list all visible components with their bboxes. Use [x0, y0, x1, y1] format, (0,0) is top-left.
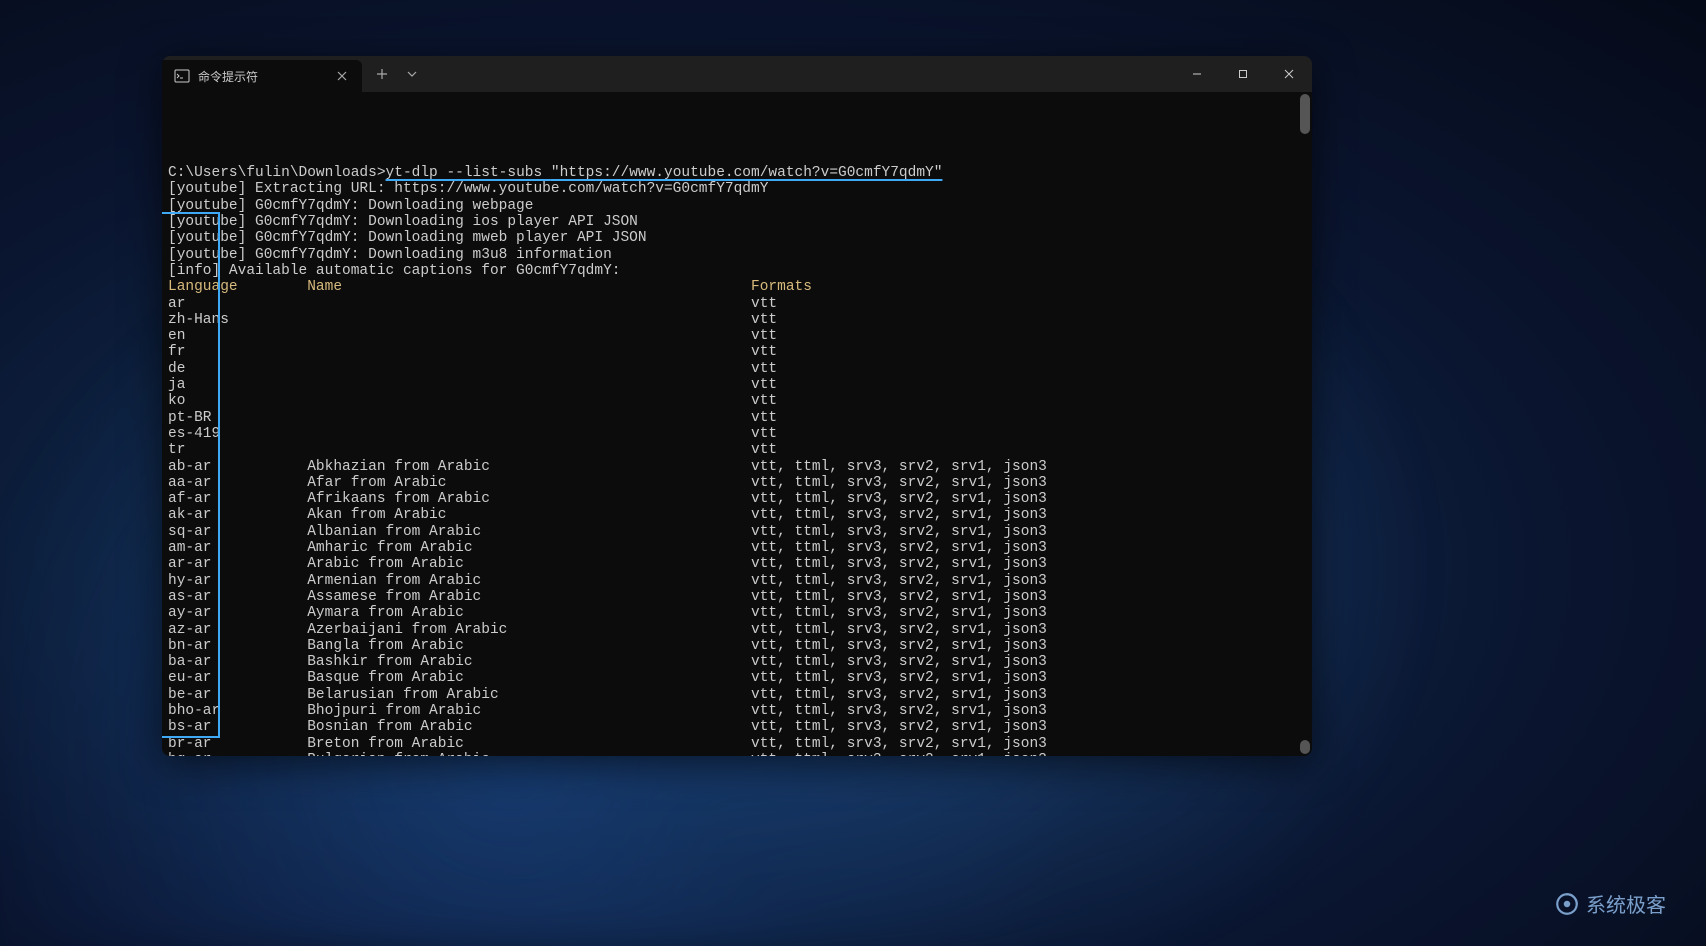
close-button[interactable]: [1266, 56, 1312, 92]
caption-row: af-ar Afrikaans from Arabic vtt, ttml, s…: [168, 491, 1312, 507]
caption-row: ar-ar Arabic from Arabic vtt, ttml, srv3…: [168, 556, 1312, 572]
col-formats: Formats: [751, 279, 812, 295]
caption-row: ak-ar Akan from Arabic vtt, ttml, srv3, …: [168, 507, 1312, 523]
maximize-button[interactable]: [1220, 56, 1266, 92]
tab-actions: [362, 56, 432, 92]
window-controls: [1174, 56, 1312, 92]
caption-row: es-419 vtt: [168, 426, 1312, 442]
caption-row: ba-ar Bashkir from Arabic vtt, ttml, srv…: [168, 654, 1312, 670]
caption-row: de vtt: [168, 361, 1312, 377]
caption-row: ar vtt: [168, 296, 1312, 312]
tab-close-button[interactable]: [334, 68, 350, 84]
caption-row: aa-ar Afar from Arabic vtt, ttml, srv3, …: [168, 475, 1312, 491]
log-line: [youtube] Extracting URL: https://www.yo…: [168, 181, 1312, 197]
caption-row: az-ar Azerbaijani from Arabic vtt, ttml,…: [168, 622, 1312, 638]
log-line: [youtube] G0cmfY7qdmY: Downloading m3u8 …: [168, 247, 1312, 263]
log-line: [youtube] G0cmfY7qdmY: Downloading webpa…: [168, 198, 1312, 214]
prompt: C:\Users\fulin\Downloads>: [168, 165, 386, 181]
command-url: "https://www.youtube.com/watch?v=G0cmfY7…: [551, 165, 943, 181]
watermark: 系统极客: [1554, 889, 1666, 918]
log-line: [youtube] G0cmfY7qdmY: Downloading ios p…: [168, 214, 1312, 230]
caption-row: bs-ar Bosnian from Arabic vtt, ttml, srv…: [168, 719, 1312, 735]
scrollbar-thumb[interactable]: [1300, 94, 1310, 134]
terminal-window: 命令提示符 C:\Users\ful: [162, 56, 1312, 756]
log-line: [youtube] G0cmfY7qdmY: Downloading mweb …: [168, 230, 1312, 246]
caption-row: sq-ar Albanian from Arabic vtt, ttml, sr…: [168, 524, 1312, 540]
prompt-line: C:\Users\fulin\Downloads>yt-dlp --list-s…: [168, 165, 1312, 181]
caption-row: as-ar Assamese from Arabic vtt, ttml, sr…: [168, 589, 1312, 605]
caption-row: bho-ar Bhojpuri from Arabic vtt, ttml, s…: [168, 703, 1312, 719]
caption-row: tr vtt: [168, 442, 1312, 458]
caption-row: pt-BR vtt: [168, 410, 1312, 426]
caption-row: ab-ar Abkhazian from Arabic vtt, ttml, s…: [168, 459, 1312, 475]
new-tab-button[interactable]: [368, 60, 396, 88]
caption-row: ay-ar Aymara from Arabic vtt, ttml, srv3…: [168, 605, 1312, 621]
tab-cmd[interactable]: 命令提示符: [162, 60, 362, 92]
caption-row: bn-ar Bangla from Arabic vtt, ttml, srv3…: [168, 638, 1312, 654]
caption-row: hy-ar Armenian from Arabic vtt, ttml, sr…: [168, 573, 1312, 589]
log-line: [info] Available automatic captions for …: [168, 263, 1312, 279]
command-text: yt-dlp --list-subs: [386, 165, 551, 181]
caption-row: be-ar Belarusian from Arabic vtt, ttml, …: [168, 687, 1312, 703]
scrollbar-down[interactable]: [1300, 740, 1310, 754]
titlebar[interactable]: 命令提示符: [162, 56, 1312, 92]
watermark-icon: [1554, 891, 1580, 917]
minimize-button[interactable]: [1174, 56, 1220, 92]
caption-row: bg-ar Bulgarian from Arabic vtt, ttml, s…: [168, 752, 1312, 756]
tab-dropdown-button[interactable]: [398, 60, 426, 88]
caption-row: en vtt: [168, 328, 1312, 344]
caption-row: am-ar Amharic from Arabic vtt, ttml, srv…: [168, 540, 1312, 556]
terminal-output[interactable]: C:\Users\fulin\Downloads>yt-dlp --list-s…: [162, 92, 1312, 756]
tab-title: 命令提示符: [198, 68, 326, 85]
caption-row: br-ar Breton from Arabic vtt, ttml, srv3…: [168, 736, 1312, 752]
caption-row: fr vtt: [168, 344, 1312, 360]
caption-row: zh-Hans vtt: [168, 312, 1312, 328]
caption-row: ko vtt: [168, 393, 1312, 409]
cmd-icon: [174, 68, 190, 84]
col-name: Name: [307, 279, 751, 295]
caption-header-row: Language Name Formats: [168, 279, 1312, 295]
watermark-text: 系统极客: [1586, 889, 1666, 918]
caption-row: eu-ar Basque from Arabic vtt, ttml, srv3…: [168, 670, 1312, 686]
caption-row: ja vtt: [168, 377, 1312, 393]
col-language: Language: [168, 279, 307, 295]
